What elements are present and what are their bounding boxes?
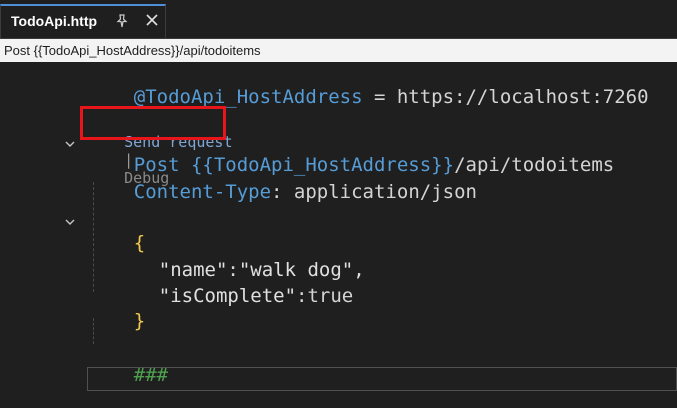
- navigation-bar[interactable]: Post {{TodoApi_HostAddress}}/api/todoite…: [0, 38, 677, 62]
- tab-todoapi-http[interactable]: TodoApi.http: [0, 4, 166, 38]
- close-brace: }: [133, 310, 146, 332]
- header-name: Content-Type: [133, 181, 272, 203]
- variable-value: = https://localhost:7260: [362, 86, 649, 108]
- pin-icon[interactable]: [115, 14, 129, 28]
- code-line-content-type: Content-Type: application/json: [88, 159, 477, 225]
- close-icon[interactable]: [145, 13, 159, 27]
- chevron-down-icon[interactable]: [64, 216, 76, 228]
- current-line-highlight[interactable]: [87, 367, 677, 391]
- tab-title[interactable]: TodoApi.http: [11, 13, 97, 29]
- variable-name: @TodoApi_HostAddress: [133, 86, 363, 108]
- code-editor[interactable]: @TodoApi_HostAddress = https://localhost…: [0, 62, 677, 405]
- tab-bar: TodoApi.http: [0, 0, 677, 38]
- navigation-bar-text[interactable]: Post {{TodoApi_HostAddress}}/api/todoite…: [4, 43, 261, 58]
- send-request-highlight: [80, 106, 226, 140]
- code-line-iscomplete: "isComplete":true: [113, 263, 353, 329]
- header-value: : application/json: [271, 181, 477, 203]
- request-path: /api/todoitems: [454, 154, 615, 176]
- json-value-iscomplete: :true: [296, 285, 354, 307]
- chevron-down-icon[interactable]: [64, 138, 76, 150]
- json-key-iscomplete: "isComplete": [158, 285, 297, 307]
